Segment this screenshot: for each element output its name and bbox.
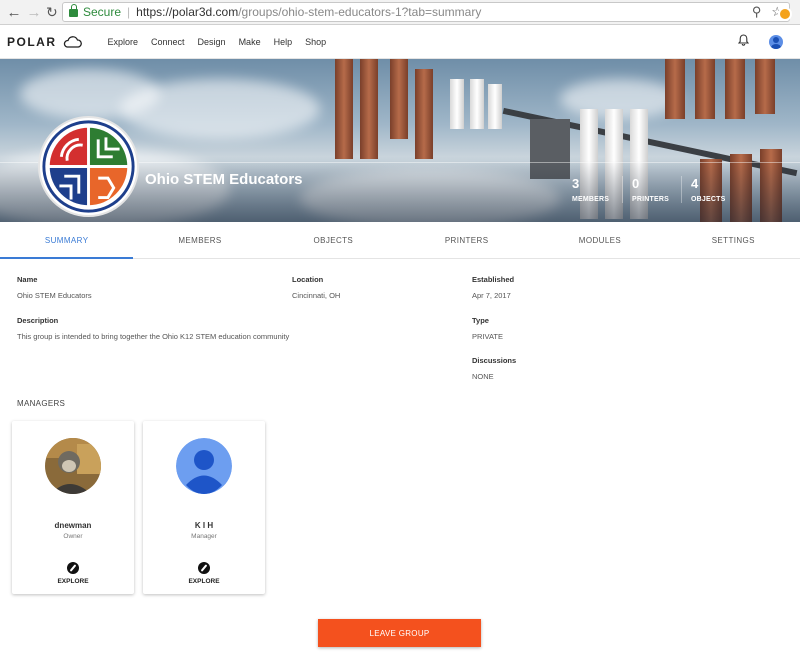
- tab-members[interactable]: MEMBERS: [133, 222, 266, 258]
- field-value: Apr 7, 2017: [472, 291, 511, 300]
- stat-label: OBJECTS: [691, 196, 726, 203]
- stat-label: PRINTERS: [632, 196, 669, 203]
- browser-toolbar: ← → ↻ Secure | https://polar3d.com /grou…: [0, 0, 800, 25]
- tab-settings[interactable]: SETTINGS: [667, 222, 800, 258]
- nav-shop[interactable]: Shop: [305, 37, 326, 47]
- field-discussions: Discussions NONE: [472, 356, 516, 381]
- manager-card[interactable]: K I H Manager EXPLORE: [143, 421, 265, 594]
- stat-value: 3: [572, 176, 580, 191]
- logo-text: POLAR: [7, 34, 57, 49]
- notifications-bell-icon[interactable]: [737, 34, 750, 49]
- tab-modules[interactable]: MODULES: [533, 222, 666, 258]
- manager-name: dnewman: [54, 521, 92, 530]
- field-type: Type PRIVATE: [472, 316, 503, 341]
- compass-icon[interactable]: [67, 562, 79, 574]
- polar-logo[interactable]: POLAR: [7, 35, 82, 49]
- nav-design[interactable]: Design: [198, 37, 226, 47]
- group-banner: Ohio STEM Educators 3 MEMBERS 0 PRINTERS…: [0, 59, 800, 222]
- field-description: Description This group is intended to br…: [17, 316, 289, 341]
- managers-heading: MANAGERS: [17, 399, 66, 408]
- explore-link[interactable]: EXPLORE: [143, 578, 265, 585]
- field-value: NONE: [472, 372, 494, 381]
- nav-explore[interactable]: Explore: [108, 37, 139, 47]
- stat-value: 0: [632, 176, 640, 191]
- field-label: Location: [292, 275, 324, 284]
- group-tabs: SUMMARY MEMBERS OBJECTS PRINTERS MODULES…: [0, 222, 800, 259]
- secure-label: Secure: [83, 5, 122, 19]
- tab-summary[interactable]: SUMMARY: [0, 222, 134, 259]
- cloud-icon: [63, 35, 82, 48]
- address-bar[interactable]: Secure | https://polar3d.com /groups/ohi…: [62, 2, 792, 22]
- compass-icon[interactable]: [198, 562, 210, 574]
- explore-link[interactable]: EXPLORE: [12, 578, 134, 585]
- group-title: Ohio STEM Educators: [145, 171, 303, 188]
- field-label: Established: [472, 275, 515, 284]
- forward-arrow-icon[interactable]: →: [26, 4, 42, 21]
- default-avatar-icon: [176, 438, 232, 494]
- url-path: /groups/ohio-stem-educators-1?tab=summar…: [238, 5, 482, 19]
- nav-connect[interactable]: Connect: [151, 37, 185, 47]
- stat-members[interactable]: 3 MEMBERS: [563, 176, 622, 203]
- nav-make[interactable]: Make: [239, 37, 261, 47]
- field-value: Ohio STEM Educators: [17, 291, 92, 300]
- field-location: Location Cincinnati, OH: [292, 275, 340, 300]
- manager-role: Owner: [63, 533, 83, 540]
- url-separator: |: [127, 5, 131, 19]
- group-logo: [38, 116, 139, 217]
- back-arrow-icon[interactable]: ←: [6, 4, 22, 21]
- manager-photo: [45, 438, 101, 494]
- lock-icon: [69, 4, 78, 17]
- manager-name: K I H: [194, 521, 214, 530]
- manager-role: Manager: [191, 533, 217, 540]
- field-value: PRIVATE: [472, 332, 503, 341]
- tab-printers[interactable]: PRINTERS: [400, 222, 533, 258]
- solar-panel-image: [335, 59, 353, 159]
- field-label: Type: [472, 316, 489, 325]
- field-name: Name Ohio STEM Educators: [17, 275, 92, 300]
- stat-value: 4: [691, 176, 699, 191]
- field-value: This group is intended to bring together…: [17, 332, 290, 341]
- nav-help[interactable]: Help: [274, 37, 293, 47]
- stat-objects[interactable]: 4 OBJECTS: [681, 176, 740, 203]
- stat-printers[interactable]: 0 PRINTERS: [622, 176, 681, 203]
- group-stats: 3 MEMBERS 0 PRINTERS 4 OBJECTS: [563, 176, 740, 203]
- user-avatar-icon[interactable]: [769, 34, 783, 49]
- field-label: Name: [17, 275, 38, 284]
- zoom-icon[interactable]: ⚲: [752, 4, 762, 20]
- field-established: Established Apr 7, 2017: [472, 275, 514, 300]
- tab-objects[interactable]: OBJECTS: [267, 222, 400, 258]
- main-nav: Explore Connect Design Make Help Shop: [108, 37, 340, 47]
- leave-group-button[interactable]: LEAVE GROUP: [318, 619, 481, 647]
- reload-icon[interactable]: ↻: [46, 4, 58, 21]
- stat-label: MEMBERS: [572, 196, 610, 203]
- manager-card[interactable]: dnewman Owner EXPLORE: [12, 421, 134, 594]
- field-label: Discussions: [472, 356, 517, 365]
- field-label: Description: [17, 316, 59, 325]
- url-host: https://polar3d.com: [136, 5, 239, 19]
- app-header: POLAR Explore Connect Design Make Help S…: [0, 25, 800, 59]
- extension-icon[interactable]: [778, 7, 792, 21]
- field-value: Cincinnati, OH: [292, 291, 341, 300]
